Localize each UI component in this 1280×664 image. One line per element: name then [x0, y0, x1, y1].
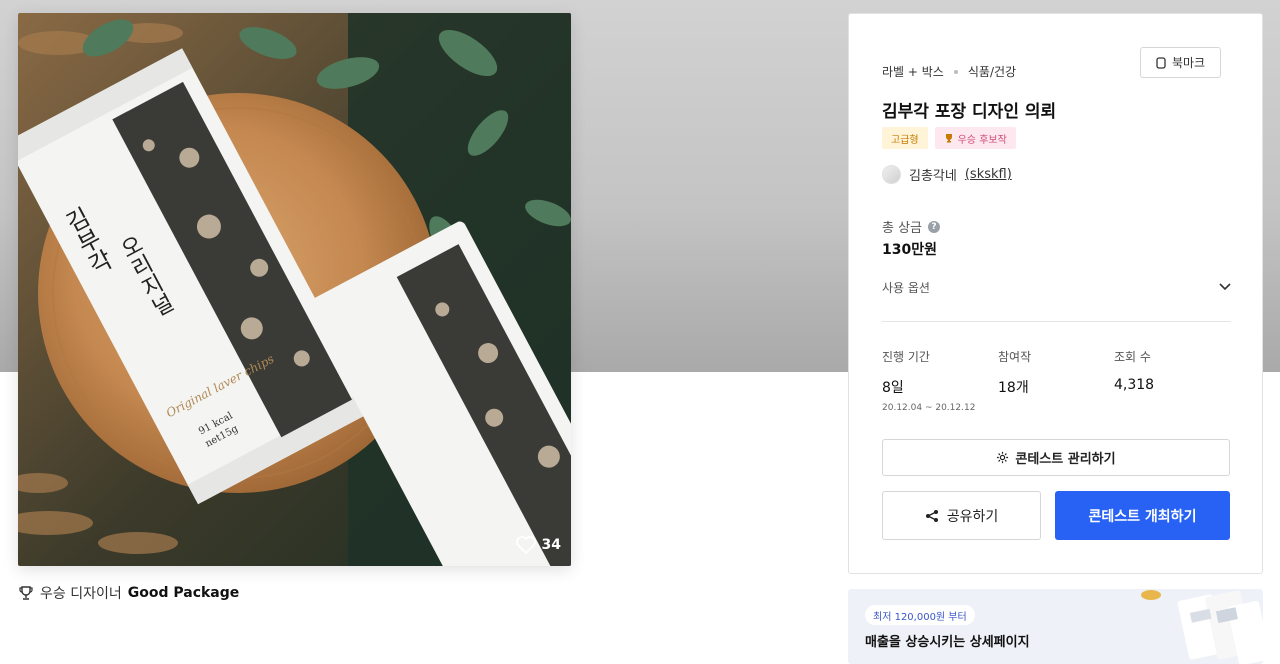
prize-label-text: 총 상금 — [882, 221, 923, 236]
likes-count: 34 — [541, 537, 561, 553]
candidate-tag-label: 우승 후보작 — [957, 134, 1007, 146]
stat-entries: 참여작 18개 — [998, 348, 1031, 397]
category-primary[interactable]: 라벨 + 박스 — [882, 63, 944, 80]
period-value: 8일 — [882, 380, 904, 396]
ad-thumbnail-collage — [1141, 590, 1263, 664]
ad-banner[interactable]: 최저 120,000원 부터 매출을 상승시키는 상세페이지 — [848, 589, 1263, 664]
entries-value: 18개 — [998, 380, 1029, 396]
winner-name[interactable]: Good Package — [128, 585, 240, 601]
options-dropdown[interactable]: 사용 옵션 — [882, 276, 1231, 298]
ad-price-pill: 최저 120,000원 부터 — [865, 605, 975, 625]
contest-author[interactable]: 김총각네 (skskfl) — [882, 165, 1012, 184]
ad-headline: 매출을 상승시키는 상세페이지 — [865, 635, 1030, 650]
bookmark-icon — [1156, 56, 1166, 69]
stat-views: 조회 수 4,318 — [1114, 348, 1154, 393]
views-label: 조회 수 — [1114, 350, 1151, 364]
prize-label: 총 상금 ? — [882, 217, 941, 236]
prize-value: 130만원 — [882, 242, 937, 258]
period-label: 진행 기간 — [882, 350, 930, 364]
manage-contest-button[interactable]: 콘테스트 관리하기 — [882, 439, 1230, 476]
contest-title: 김부각 포장 디자인 의뢰 — [882, 102, 1057, 122]
manage-contest-label: 콘테스트 관리하기 — [1015, 452, 1116, 467]
options-label: 사용 옵션 — [882, 280, 930, 295]
separator-dot — [953, 69, 958, 74]
views-value: 4,318 — [1114, 377, 1155, 393]
product-photo: 김부각 오리지널 Original laver chips 91 kcal ne… — [18, 13, 571, 566]
category-secondary[interactable]: 식품/건강 — [968, 63, 1016, 80]
candidate-tag: 우승 후보작 — [934, 127, 1016, 149]
host-contest-button[interactable]: 콘테스트 개최하기 — [1055, 491, 1230, 540]
author-name: 김총각네 — [909, 169, 957, 184]
share-label: 공유하기 — [946, 508, 999, 525]
contest-info-panel: 라벨 + 박스 식품/건강 북마크 김부각 포장 디자인 의뢰 고급형 우승 후… — [848, 13, 1263, 574]
winner-designer: 우승 디자이너 Good Package — [18, 583, 239, 603]
bookmark-label: 북마크 — [1171, 56, 1206, 70]
tag-list: 고급형 우승 후보작 — [882, 127, 1016, 149]
chevron-down-icon — [1219, 283, 1231, 291]
trophy-icon — [19, 586, 33, 600]
gear-icon — [997, 451, 1009, 464]
avatar — [882, 165, 901, 184]
help-icon[interactable]: ? — [928, 220, 941, 233]
period-range: 20.12.04 ~ 20.12.12 — [882, 403, 976, 413]
entry-image[interactable]: 김부각 오리지널 Original laver chips 91 kcal ne… — [18, 13, 571, 566]
trophy-icon — [945, 134, 952, 143]
bookmark-button[interactable]: 북마크 — [1140, 47, 1221, 78]
likes-counter[interactable]: 34 — [515, 536, 561, 554]
stat-period: 진행 기간 8일 20.12.04 ~ 20.12.12 — [882, 348, 975, 413]
premium-tag: 고급형 — [882, 127, 928, 149]
share-icon — [925, 509, 938, 522]
entries-label: 참여작 — [998, 350, 1032, 364]
share-button[interactable]: 공유하기 — [882, 491, 1041, 540]
winner-prefix: 우승 디자이너 — [40, 586, 122, 602]
category-breadcrumb: 라벨 + 박스 식품/건강 — [882, 63, 1016, 80]
divider — [882, 321, 1231, 322]
author-handle[interactable]: (skskfl) — [965, 167, 1012, 182]
heart-icon — [515, 536, 536, 554]
